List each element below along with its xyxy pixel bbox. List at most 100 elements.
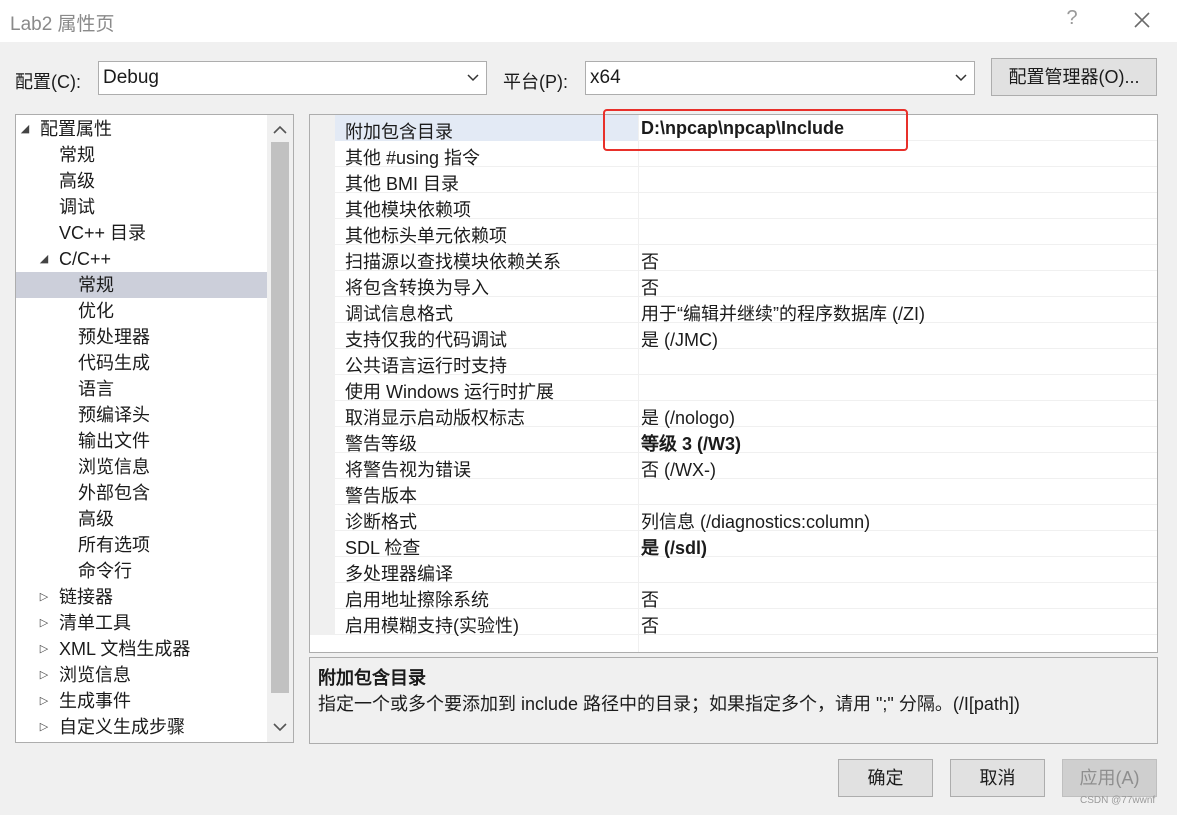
tree-node-label: 调试 bbox=[59, 197, 95, 217]
title-bar: Lab2 属性页 ? bbox=[0, 0, 1177, 42]
tree-node[interactable]: 命令行 bbox=[16, 558, 267, 584]
tree-node[interactable]: 调试 bbox=[16, 194, 267, 220]
property-row[interactable]: 将包含转换为导入否 bbox=[310, 271, 1157, 298]
config-dropdown[interactable]: Debug bbox=[98, 61, 487, 95]
tree-node[interactable]: 优化 bbox=[16, 298, 267, 324]
collapsed-arrow-icon[interactable]: ▷ bbox=[37, 636, 51, 662]
tree-node[interactable]: 所有选项 bbox=[16, 532, 267, 558]
scroll-down-icon[interactable] bbox=[272, 721, 288, 733]
property-row[interactable]: 诊断格式 列信息 (/diagnostics:column) bbox=[310, 505, 1157, 532]
property-row[interactable]: 取消显示启动版权标志是 (/nologo) bbox=[310, 401, 1157, 428]
ok-button[interactable]: 确定 bbox=[838, 759, 933, 797]
property-row[interactable]: 多处理器编译 bbox=[310, 557, 1157, 584]
collapsed-arrow-icon[interactable]: ▷ bbox=[37, 662, 51, 688]
tree-node-label: 所有选项 bbox=[78, 535, 150, 555]
tree-node-label: C/C++ bbox=[59, 249, 112, 269]
property-row[interactable]: SDL 检查是 (/sdl) bbox=[310, 531, 1157, 558]
tree-node-label: 预处理器 bbox=[78, 327, 150, 347]
row-gutter bbox=[310, 349, 335, 375]
collapsed-arrow-icon[interactable]: ▷ bbox=[37, 688, 51, 714]
tree-node[interactable]: 语言 bbox=[16, 376, 267, 402]
expanded-arrow-icon[interactable]: ◢ bbox=[37, 246, 51, 272]
property-row[interactable]: 其他模块依赖项 bbox=[310, 193, 1157, 220]
apply-button[interactable]: 应用(A) bbox=[1062, 759, 1157, 797]
property-row[interactable]: 将警告视为错误否 (/WX-) bbox=[310, 453, 1157, 480]
description-text: 指定一个或多个要添加到 include 路径中的目录；如果指定多个，请用 ";"… bbox=[318, 694, 1020, 714]
platform-dropdown[interactable]: x64 bbox=[585, 61, 975, 95]
property-row[interactable]: 支持仅我的代码调试是 (/JMC) bbox=[310, 323, 1157, 350]
property-row[interactable]: 其他 BMI 目录 bbox=[310, 167, 1157, 194]
row-gutter bbox=[310, 557, 335, 583]
tree-node-label: 命令行 bbox=[78, 561, 132, 581]
tree-node[interactable]: ▷ 链接器 bbox=[16, 584, 267, 610]
row-gutter bbox=[310, 167, 335, 193]
scrollbar-thumb[interactable] bbox=[271, 142, 289, 693]
tree-node[interactable]: ▷ 生成事件 bbox=[16, 688, 267, 714]
close-icon[interactable] bbox=[1126, 2, 1158, 38]
row-gutter bbox=[310, 193, 335, 219]
tree-node[interactable]: 代码生成 bbox=[16, 350, 267, 376]
tree-node[interactable]: 高级 bbox=[16, 168, 267, 194]
tree-node-label: 高级 bbox=[59, 171, 95, 191]
tree-node-label: 浏览信息 bbox=[78, 457, 150, 477]
tree-node[interactable]: ◢ 配置属性 bbox=[16, 116, 267, 142]
category-tree: ◢ 配置属性 常规 高级 调试 VC++ 目录 ◢ C/C++ 常规 优化 预处理器 代码生成 语言 预编… bbox=[15, 114, 294, 743]
tree-node[interactable]: 浏览信息 bbox=[16, 454, 267, 480]
row-gutter bbox=[310, 609, 335, 635]
row-gutter bbox=[310, 297, 335, 323]
property-row[interactable]: 启用模糊支持(实验性) 否 bbox=[310, 609, 1157, 638]
tree-node[interactable]: ▷ 清单工具 bbox=[16, 610, 267, 636]
tree-node-label: 浏览信息 bbox=[59, 665, 131, 685]
watermark: CSDN @77wwnf bbox=[1080, 795, 1156, 806]
tree-node-label: 配置属性 bbox=[40, 119, 112, 139]
property-row[interactable]: 警告等级 等级 3 (/W3) bbox=[310, 427, 1157, 454]
property-row[interactable]: 调试信息格式 用于“编辑并继续”的程序数据库 (/ZI) bbox=[310, 297, 1157, 324]
window-title: Lab2 属性页 bbox=[10, 14, 115, 35]
row-gutter bbox=[310, 245, 335, 271]
column-divider[interactable] bbox=[638, 115, 639, 652]
tree-node[interactable]: 输出文件 bbox=[16, 428, 267, 454]
tree-node[interactable]: ▷ XML 文档生成器 bbox=[16, 636, 267, 662]
cancel-button[interactable]: 取消 bbox=[950, 759, 1045, 797]
collapsed-arrow-icon[interactable]: ▷ bbox=[37, 610, 51, 636]
scroll-up-icon[interactable] bbox=[272, 124, 288, 136]
tree-node[interactable]: ▷ 浏览信息 bbox=[16, 662, 267, 688]
tree-node-label: 常规 bbox=[78, 275, 114, 295]
tree-node-label: 链接器 bbox=[59, 587, 113, 607]
tree-node[interactable]: 预处理器 bbox=[16, 324, 267, 350]
tree-node-label: 常规 bbox=[59, 145, 95, 165]
config-label: 配置(C): bbox=[15, 72, 81, 92]
property-row[interactable]: 扫描源以查找模块依赖关系否 bbox=[310, 245, 1157, 272]
tree-node[interactable]: 高级 bbox=[16, 506, 267, 532]
tree-node[interactable]: 常规 bbox=[16, 142, 267, 168]
row-gutter bbox=[310, 453, 335, 479]
property-row[interactable]: 公共语言运行时支持 bbox=[310, 349, 1157, 376]
property-row[interactable]: 其他标头单元依赖项 bbox=[310, 219, 1157, 246]
property-row[interactable]: 使用 Windows 运行时扩展 bbox=[310, 375, 1157, 402]
row-gutter bbox=[310, 401, 335, 427]
tree-node-label: 优化 bbox=[78, 301, 114, 321]
collapsed-arrow-icon[interactable]: ▷ bbox=[37, 584, 51, 610]
tree-node-label: 语言 bbox=[78, 379, 114, 399]
chevron-down-icon bbox=[955, 74, 967, 82]
property-row[interactable]: 警告版本 bbox=[310, 479, 1157, 506]
tree-node-label: VC++ 目录 bbox=[59, 223, 147, 243]
expanded-arrow-icon[interactable]: ◢ bbox=[18, 116, 32, 142]
tree-node[interactable]: ◢ C/C++ bbox=[16, 246, 267, 272]
property-value[interactable]: 否 bbox=[641, 612, 659, 638]
property-row[interactable]: 启用地址擦除系统否 bbox=[310, 583, 1157, 610]
tree-node-label: XML 文档生成器 bbox=[59, 639, 191, 659]
tree-node[interactable]: 预编译头 bbox=[16, 402, 267, 428]
tree-node[interactable]: VC++ 目录 bbox=[16, 220, 267, 246]
tree-scrollbar[interactable] bbox=[267, 115, 293, 742]
config-manager-button[interactable]: 配置管理器(O)... bbox=[991, 58, 1157, 96]
platform-label: 平台(P): bbox=[503, 72, 568, 92]
row-gutter bbox=[310, 427, 335, 453]
tree-node-label: 自定义生成步骤 bbox=[59, 717, 185, 737]
help-button[interactable]: ? bbox=[1062, 7, 1082, 30]
tree-node[interactable]: ▷ 自定义生成步骤 bbox=[16, 714, 267, 740]
tree-node[interactable]: 外部包含 bbox=[16, 480, 267, 506]
chevron-down-icon bbox=[467, 74, 479, 82]
collapsed-arrow-icon[interactable]: ▷ bbox=[37, 714, 51, 740]
tree-node[interactable]: 常规 bbox=[16, 272, 267, 298]
